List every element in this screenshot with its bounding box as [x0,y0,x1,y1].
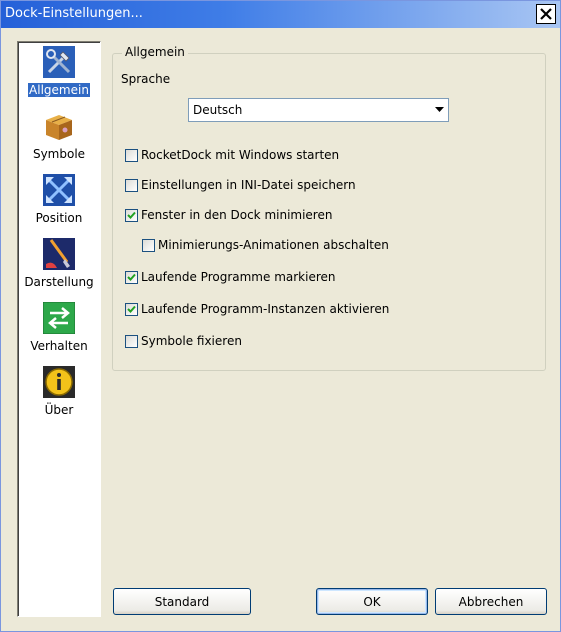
checkbox-box[interactable] [125,149,138,162]
sidebar-item-label: Darstellung [24,275,94,289]
brush-icon [43,238,75,270]
checkbox-box[interactable] [125,271,138,284]
box-icon [46,115,72,140]
checkbox-label: Minimierungs-Animationen abschalten [158,238,389,252]
sidebar-item-position[interactable]: Position [18,170,100,232]
swap-icon [43,302,75,334]
checkbox-label: Laufende Programm-Instanzen aktivieren [141,302,390,316]
checkbox-box[interactable] [142,239,155,252]
window-title: Dock-Einstellungen... [5,6,143,21]
title-bar[interactable]: Dock-Einstellungen... [1,1,560,28]
dialog-body: Allgemein Symbole Position Darstellung V… [4,28,557,629]
checkbox-label: Symbole fixieren [141,334,242,348]
language-label: Sprache [121,72,171,86]
language-value: Deutsch [193,103,243,117]
sidebar-item-label: Verhalten [30,339,88,353]
check-icon [127,305,136,313]
tools-icon [43,46,75,78]
checkbox-box[interactable] [125,179,138,192]
sidebar-item-verhalten[interactable]: Verhalten [18,298,100,360]
check-icon [127,273,136,281]
checkbox-box[interactable] [125,209,138,222]
info-icon [43,366,75,398]
sidebar-item-label: Über [44,403,74,417]
checkbox-label: Fenster in den Dock minimieren [141,208,333,222]
sidebar-item-label: Symbole [32,147,86,161]
checkbox-label: Einstellungen in INI-Datei speichern [141,178,356,192]
checkbox-label: Laufende Programme markieren [141,270,336,284]
sidebar-item-symbole[interactable]: Symbole [18,106,100,168]
sidebar-item-label: Allgemein [27,82,91,98]
ok-button[interactable]: OK [316,588,428,615]
sidebar-item-darstellung[interactable]: Darstellung [18,234,100,296]
settings-dialog: Dock-Einstellungen... Allgemein Symbole … [0,0,561,632]
cancel-button[interactable]: Abbrechen [435,588,547,615]
arrows-icon [43,174,75,206]
sidebar-item-allgemein[interactable]: Allgemein [18,42,100,104]
standard-button[interactable]: Standard [113,588,251,615]
language-select[interactable]: Deutsch [188,98,449,122]
check-icon [127,211,136,219]
groupbox-legend: Allgemein [122,45,188,59]
category-sidebar: Allgemein Symbole Position Darstellung V… [17,41,101,617]
close-icon [540,8,552,20]
close-button[interactable] [536,4,556,24]
sidebar-item-label: Position [35,211,83,225]
checkbox-label: RocketDock mit Windows starten [141,148,340,162]
checkbox-box[interactable] [125,303,138,316]
sidebar-item-ueber[interactable]: Über [18,362,100,424]
checkbox-box[interactable] [125,335,138,348]
chevron-down-icon [432,102,446,118]
